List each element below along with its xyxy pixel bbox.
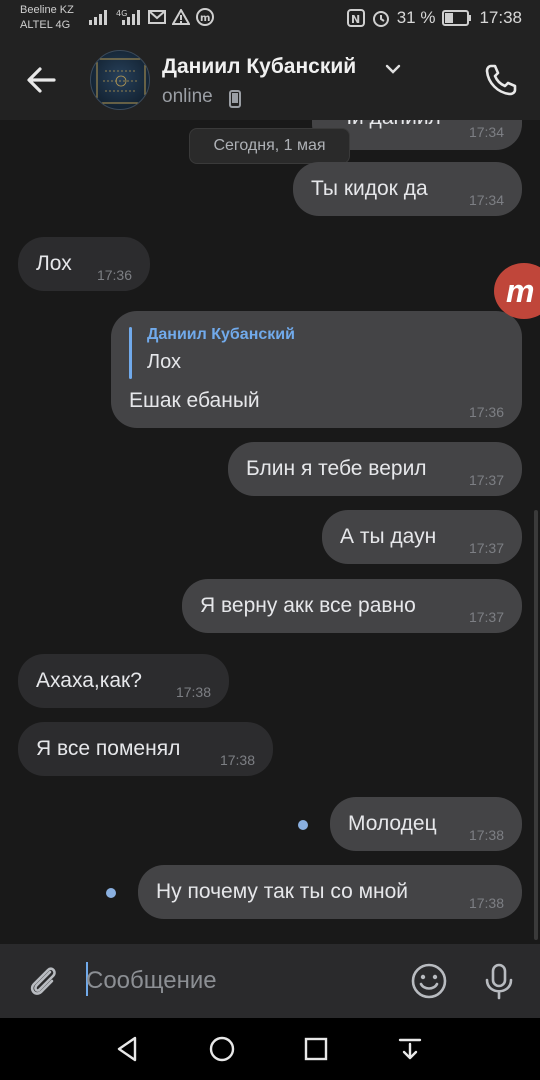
avatar[interactable] <box>90 50 150 110</box>
message-text: Я верну акк все равно <box>200 594 416 617</box>
nav-home-icon[interactable] <box>207 1034 237 1064</box>
message-text: Ахаха,как? <box>36 669 142 692</box>
nav-notifications-icon[interactable] <box>395 1034 425 1064</box>
signal-icon <box>89 10 107 25</box>
signal-4g-icon: 4G <box>116 9 140 25</box>
reply-author[interactable]: Даниил Кубанский <box>147 326 295 344</box>
system-navigation-bar <box>0 1018 540 1080</box>
message-bubble[interactable]: Ты кидок да 17:34 <box>293 162 522 216</box>
battery-percent: 31 % <box>396 8 436 27</box>
message-bubble[interactable]: Ахаха,как? 17:38 <box>18 654 229 708</box>
reply-quote-bar <box>129 327 132 379</box>
message-text: Лох <box>36 252 72 275</box>
clock: 17:38 <box>479 8 522 27</box>
message-bubble[interactable]: Я верну акк все равно 17:37 <box>182 579 522 633</box>
message-text: Я все поменял <box>36 737 181 760</box>
contact-status: online <box>162 86 213 107</box>
chevron-down-icon[interactable] <box>384 62 402 76</box>
message-text: А ты даун <box>340 525 437 548</box>
microphone-icon[interactable] <box>478 960 520 1002</box>
nfc-icon: N <box>346 9 365 27</box>
message-list[interactable]: Чи даниил 17:34 Сегодня, 1 мая Ты кидок … <box>0 120 540 944</box>
message-time: 17:38 <box>219 752 255 768</box>
mobile-device-icon <box>229 90 241 108</box>
back-arrow-icon[interactable] <box>22 60 62 100</box>
notification-icons: 4G m <box>88 8 214 26</box>
message-text: Ты кидок да <box>311 177 428 200</box>
message-time: 17:37 <box>468 540 504 556</box>
message-bubble[interactable]: Ну почему так ты со мной 17:38 <box>138 865 522 919</box>
svg-text:4G: 4G <box>116 9 127 18</box>
message-time: 17:36 <box>468 404 504 420</box>
message-composer <box>0 944 540 1018</box>
message-time: 17:38 <box>468 895 504 911</box>
message-text: Чи даниил <box>338 120 441 130</box>
message-time: 17:37 <box>468 472 504 488</box>
message-input[interactable] <box>86 962 386 1000</box>
svg-text:m: m <box>200 13 210 24</box>
message-time: 17:34 <box>468 192 504 208</box>
status-right: N 31 % 17:38 <box>346 8 522 28</box>
message-time: 17:37 <box>468 609 504 625</box>
reply-text: Лох <box>147 351 182 373</box>
unread-indicator <box>106 888 116 898</box>
carrier-1: Beeline KZ <box>20 4 74 16</box>
contact-name[interactable]: Даниил Кубанский <box>162 55 356 79</box>
message-time: 17:36 <box>96 267 132 283</box>
message-time: 17:34 <box>468 124 504 140</box>
date-separator: Сегодня, 1 мая <box>189 128 350 164</box>
paperclip-icon[interactable] <box>22 960 64 1002</box>
carrier-2: ALTEL 4G <box>20 19 71 31</box>
svg-text:N: N <box>351 13 360 26</box>
message-text: Блин я тебе верил <box>246 457 427 480</box>
app-m-icon: m <box>196 8 214 26</box>
scrollbar[interactable] <box>534 510 538 940</box>
nav-back-icon[interactable] <box>113 1034 143 1064</box>
message-time: 17:38 <box>468 827 504 843</box>
message-bubble[interactable]: Молодец 17:38 <box>330 797 522 851</box>
message-text: Ешак ебаный <box>129 389 260 412</box>
message-bubble[interactable]: Блин я тебе верил 17:37 <box>228 442 522 496</box>
warning-icon <box>172 9 190 25</box>
message-bubble[interactable]: Лох 17:36 <box>18 237 150 291</box>
message-text: Молодец <box>348 812 437 835</box>
message-text: Ну почему так ты со мной <box>156 880 409 903</box>
chat-header: Даниил Кубанский online <box>0 38 540 120</box>
status-bar: Beeline KZ ALTEL 4G 4G m N 31 % 17:38 <box>0 0 540 38</box>
carrier-info: Beeline KZ ALTEL 4G <box>20 3 74 33</box>
message-time: 17:38 <box>175 684 211 700</box>
unread-indicator <box>298 820 308 830</box>
message-bubble-reply[interactable]: Даниил Кубанский Лох Ешак ебаный 17:36 <box>111 311 522 428</box>
message-bubble[interactable]: А ты даун 17:37 <box>322 510 522 564</box>
nav-recents-icon[interactable] <box>301 1034 331 1064</box>
mail-icon <box>148 10 166 24</box>
message-bubble[interactable]: Я все поменял 17:38 <box>18 722 273 776</box>
phone-icon[interactable] <box>481 60 521 100</box>
emoji-icon[interactable] <box>408 960 450 1002</box>
battery-icon <box>442 10 472 26</box>
alarm-icon <box>372 11 389 27</box>
